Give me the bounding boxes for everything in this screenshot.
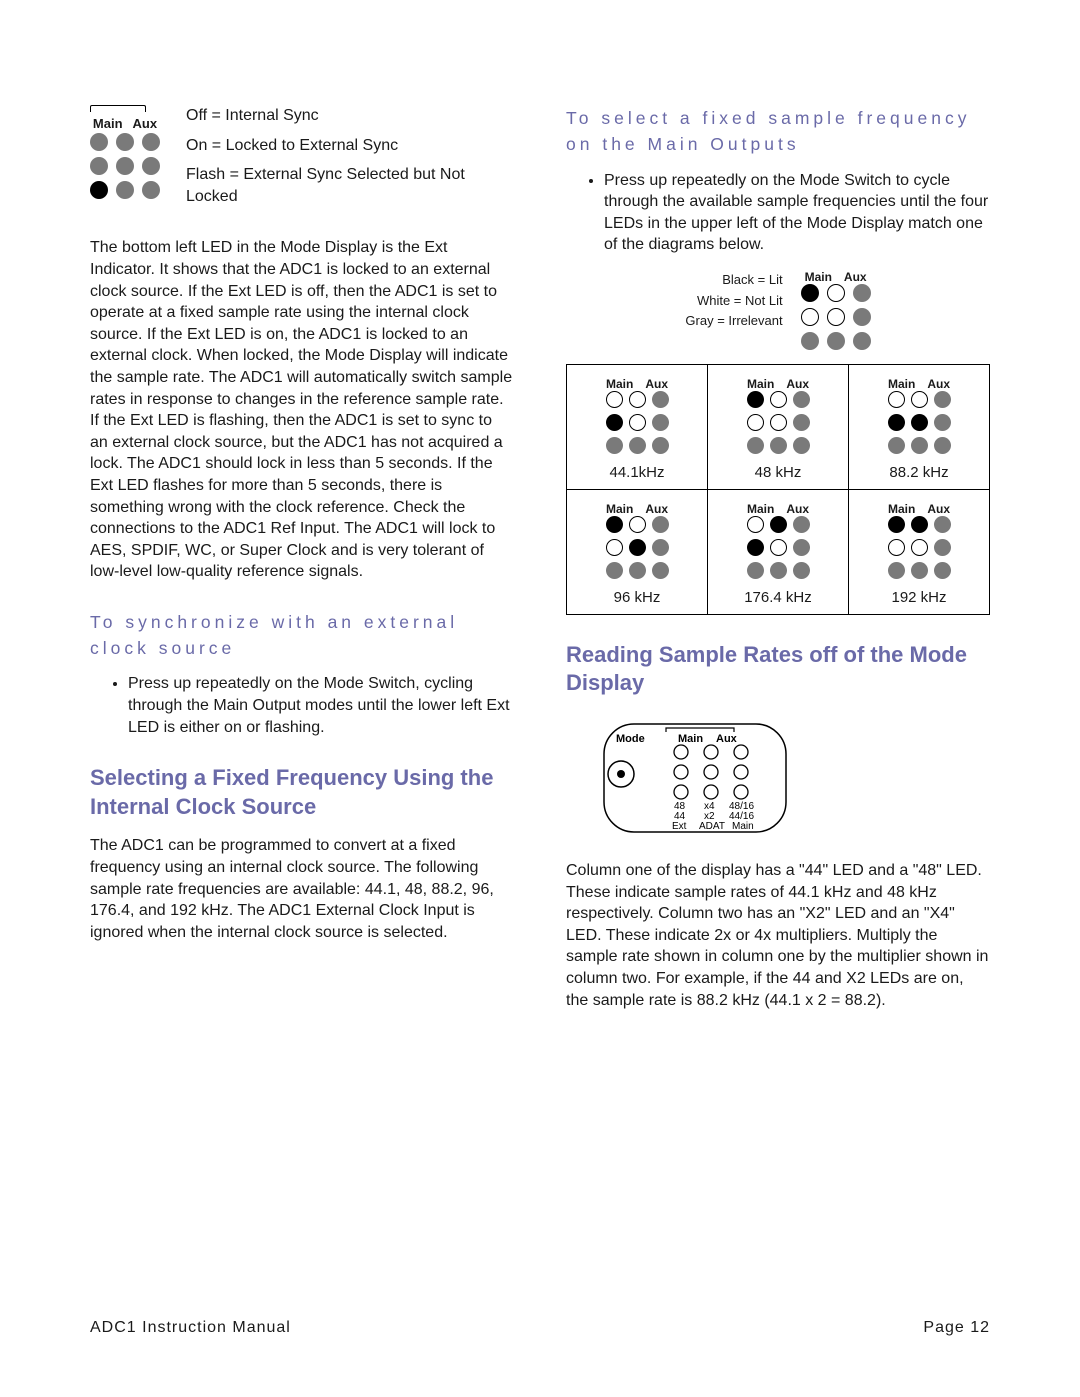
led-key: Black = Lit White = Not Lit Gray = Irrel…: [566, 270, 990, 356]
sample-rate-diagrams: MainAux44.1kHzMainAux48 kHzMainAux88.2 k…: [566, 364, 990, 615]
sample-rate-diagram: MainAux176.4 kHz: [707, 490, 848, 614]
key-aux: Aux: [844, 270, 867, 284]
sample-rate-diagram: MainAux192 kHz: [848, 490, 989, 614]
rl-c3: Main: [732, 821, 754, 832]
sample-rate-diagram: MainAux88.2 kHz: [848, 365, 989, 489]
select-fixed-step-1: Press up repeatedly on the Mode Switch t…: [604, 170, 990, 256]
key-black: Black = Lit: [685, 270, 782, 291]
sample-rate-diagram: MainAux96 kHz: [567, 490, 707, 614]
mode-aux: Aux: [716, 733, 738, 745]
fixed-frequency-paragraph: The ADC1 can be programmed to convert at…: [90, 835, 514, 943]
ext-indicator-paragraph: The bottom left LED in the Mode Display …: [90, 237, 514, 583]
footer-page: Page 12: [923, 1319, 990, 1337]
ext-led-grid: Main Aux: [90, 105, 160, 215]
key-main: Main: [805, 270, 832, 284]
label-aux: Aux: [133, 116, 158, 131]
subhead-sync-external: To synchronize with an external clock so…: [90, 609, 514, 662]
reading-rates-paragraph: Column one of the display has a "44" LED…: [566, 860, 990, 1011]
key-white: White = Not Lit: [685, 291, 782, 312]
subhead-select-fixed: To select a fixed sample frequency on th…: [566, 105, 990, 158]
select-fixed-steps: Press up repeatedly on the Mode Switch t…: [566, 170, 990, 256]
left-column: Main Aux Off = Internal Sync On = Locked…: [90, 105, 514, 1025]
rl-c2: ADAT: [699, 821, 725, 832]
mode-label: Mode: [616, 733, 645, 745]
mode-display-figure: Mode Main Aux 48 x4 48/16 44 x2: [566, 712, 836, 842]
ext-legend: Off = Internal Sync On = Locked to Exter…: [186, 105, 514, 215]
key-led-grid: Main Aux: [801, 270, 871, 356]
sample-rate-diagram: MainAux48 kHz: [707, 365, 848, 489]
page-footer: ADC1 Instruction Manual Page 12: [90, 1319, 990, 1337]
right-column: To select a fixed sample frequency on th…: [566, 105, 990, 1025]
heading-fixed-frequency: Selecting a Fixed Frequency Using the In…: [90, 764, 514, 821]
label-main: Main: [93, 116, 123, 131]
legend-off: Off = Internal Sync: [186, 105, 514, 127]
sample-rate-diagram: MainAux44.1kHz: [567, 365, 707, 489]
heading-reading-sample-rates: Reading Sample Rates off of the Mode Dis…: [566, 641, 990, 698]
footer-title: ADC1 Instruction Manual: [90, 1319, 291, 1337]
key-gray: Gray = Irrelevant: [685, 311, 782, 332]
rl-c1: Ext: [672, 821, 687, 832]
legend-flash: Flash = External Sync Selected but Not L…: [186, 164, 514, 207]
ext-indicator-figure: Main Aux Off = Internal Sync On = Locked…: [90, 105, 514, 215]
legend-on: On = Locked to External Sync: [186, 135, 514, 157]
sync-external-step-1: Press up repeatedly on the Mode Switch, …: [128, 673, 514, 738]
sync-external-steps: Press up repeatedly on the Mode Switch, …: [90, 673, 514, 738]
mode-main: Main: [678, 733, 703, 745]
